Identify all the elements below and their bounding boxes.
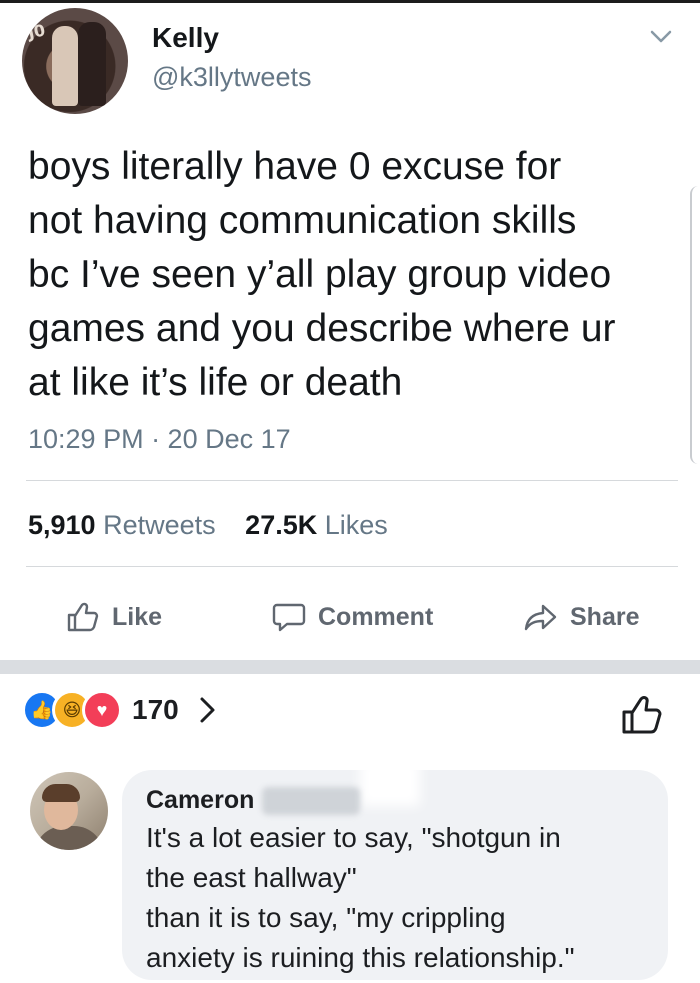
likes-count[interactable]: 27.5K [245,510,317,540]
divider [26,566,678,567]
like-button[interactable]: Like [66,597,162,637]
love-reaction-icon: ♥ [82,690,122,730]
reactions-count: 170 [132,694,179,725]
divider [26,480,678,481]
avatar-body [34,826,104,850]
chevron-right-icon [200,697,215,723]
comment-button[interactable]: Comment [272,597,433,637]
thumbs-up-icon[interactable] [620,692,664,736]
scrollbar-edge [690,186,700,464]
thumbs-up-icon [67,602,99,632]
tweet-stats: 5,910 Retweets 27.5K Likes [28,510,388,541]
avatar-background-sign: J0 [26,20,47,43]
section-divider [0,660,700,674]
avatar-person-right [78,22,106,106]
commenter-name[interactable]: Cameron [146,786,254,815]
top-border [0,0,700,3]
tweet-timestamp[interactable]: 10:29 PM · 20 Dec 17 [28,424,291,455]
avatar-hair [42,784,80,802]
comment-label: Comment [318,602,434,631]
redacted-surname [262,787,360,815]
share-arrow-icon [524,604,557,631]
author-handle[interactable]: @k3llytweets [152,62,311,93]
speech-bubble-icon [272,603,306,632]
author-display-name[interactable]: Kelly [152,22,219,54]
retweets-count[interactable]: 5,910 [28,510,96,540]
like-label: Like [112,602,163,631]
comment-text: It's a lot easier to say, "shotgun in th… [146,822,575,973]
likes-label[interactable]: Likes [325,510,388,540]
reactions-summary[interactable]: 👍 😆 ♥ 170 [22,688,219,732]
chevron-down-icon[interactable] [648,24,674,50]
author-avatar[interactable]: J0 [22,8,128,114]
commenter-avatar[interactable] [30,772,108,850]
redaction-blur [360,760,420,806]
avatar-person-left [52,26,78,106]
share-button[interactable]: Share [524,597,639,637]
share-label: Share [570,602,640,631]
tweet-text: boys literally have 0 excuse for not hav… [28,145,616,404]
retweets-label[interactable]: Retweets [103,510,216,540]
